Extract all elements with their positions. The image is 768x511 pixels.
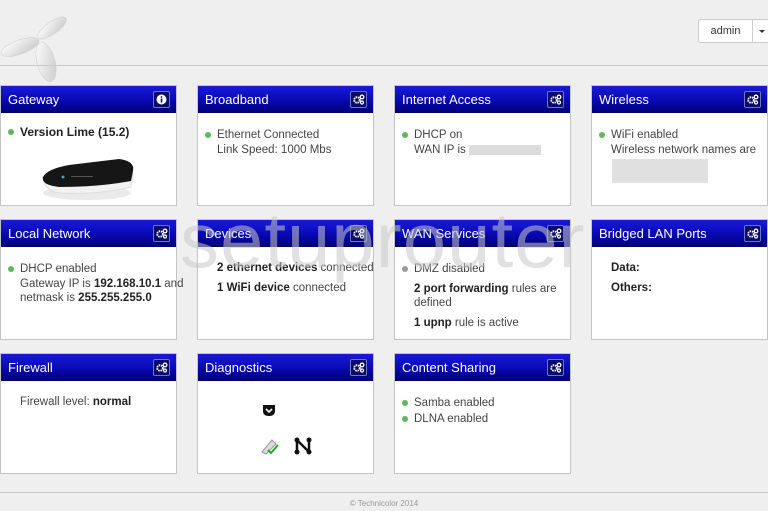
card-title: Local Network (8, 226, 91, 241)
card-title: Bridged LAN Ports (599, 226, 707, 241)
dlna-status: DLNA enabled (414, 413, 489, 425)
card-header: Broadband (198, 86, 373, 113)
status-dot (8, 266, 14, 272)
card-title: Content Sharing (402, 360, 496, 375)
wan-ip: WAN IP is (414, 143, 541, 157)
cable-check-icon[interactable] (260, 436, 280, 456)
firewall-level: Firewall level: normal (20, 396, 132, 408)
broadband-status: Ethernet Connected (217, 129, 320, 141)
port-forwarding: 2 port forwarding rules are (414, 283, 557, 295)
info-icon[interactable] (153, 91, 170, 108)
status-dot (402, 132, 408, 138)
router-image (42, 159, 134, 200)
card-title: WAN Services (402, 226, 486, 241)
samba-status: Samba enabled (414, 397, 495, 409)
card-header: Content Sharing (395, 354, 570, 381)
card-title: Internet Access (402, 92, 491, 107)
gears-icon[interactable] (744, 225, 761, 242)
user-menu-name[interactable]: admin (699, 20, 753, 42)
ethernet-devices: 2 ethernet devices connected (217, 262, 374, 274)
header-divider (0, 65, 768, 66)
card-devices: Devices 2 ethernet devices connected 1 W… (197, 219, 374, 340)
network-names-label: Wireless network names are (611, 144, 757, 156)
card-title: Diagnostics (205, 360, 273, 375)
card-header: Devices (198, 220, 373, 247)
gateway-ip: Gateway IP is 192.168.10.1 and (20, 278, 184, 290)
card-header: Local Network (1, 220, 176, 247)
others-ports-label: Others: (611, 282, 652, 294)
card-title: Devices (205, 226, 252, 241)
card-wireless: Wireless WiFi enabled Wireless network n… (591, 85, 768, 206)
data-ports-label: Data: (611, 262, 640, 274)
card-title: Wireless (599, 92, 649, 107)
card-header: Internet Access (395, 86, 570, 113)
network-names-redacted (612, 159, 708, 183)
logo (0, 16, 67, 82)
gears-icon[interactable] (744, 91, 761, 108)
gears-icon[interactable] (153, 225, 170, 242)
user-menu[interactable]: admin (698, 19, 768, 43)
card-bridged-lan-ports: Bridged LAN Ports Data: Others: (591, 219, 768, 340)
network-topology-icon[interactable] (293, 436, 313, 456)
status-dot (599, 132, 605, 138)
card-title: Gateway (8, 92, 60, 107)
status-dot (402, 416, 408, 422)
card-content-sharing: Content Sharing Samba enabled DLNA enabl… (394, 353, 571, 474)
status-dot (8, 129, 14, 135)
card-firewall: Firewall Firewall level: normal (0, 353, 177, 474)
firmware-version: Version Lime (15.2) (20, 125, 130, 139)
status-dot (205, 132, 211, 138)
wifi-devices: 1 WiFi device connected (217, 282, 347, 294)
card-broadband: Broadband Ethernet Connected Link Speed:… (197, 85, 374, 206)
upnp-status: 1 upnp rule is active (414, 317, 519, 329)
footer-divider (0, 492, 768, 493)
gears-icon[interactable] (547, 91, 564, 108)
status-dot (402, 400, 408, 406)
card-header: Gateway (1, 86, 176, 113)
dmz-status: DMZ disabled (414, 263, 485, 275)
chevron-down-icon[interactable] (753, 20, 768, 42)
dhcp-status: DHCP enabled (20, 263, 97, 275)
status-dot (402, 266, 408, 272)
dhcp-status: DHCP on (414, 129, 463, 141)
gears-icon[interactable] (153, 359, 170, 376)
wan-ip-redacted (468, 144, 541, 155)
gears-icon[interactable] (350, 91, 367, 108)
netmask: netmask is 255.255.255.0 (20, 292, 152, 304)
card-diagnostics: Diagnostics (197, 353, 374, 474)
gears-icon[interactable] (547, 359, 564, 376)
gears-icon[interactable] (350, 359, 367, 376)
ping-icon[interactable] (262, 404, 276, 417)
footer-copyright: © Technicolor 2014 (349, 499, 419, 508)
port-forwarding-cont: defined (414, 297, 452, 309)
card-header: Firewall (1, 354, 176, 381)
card-title: Firewall (8, 360, 53, 375)
card-header: WAN Services (395, 220, 570, 247)
card-header: Diagnostics (198, 354, 373, 381)
link-speed: Link Speed: 1000 Mbs (217, 144, 332, 156)
card-gateway: Gateway Version Lime (15.2) (0, 85, 177, 206)
card-internet-access: Internet Access DHCP on WAN IP is (394, 85, 571, 206)
card-local-network: Local Network DHCP enabled Gateway IP is… (0, 219, 183, 340)
wifi-status: WiFi enabled (611, 129, 679, 141)
card-wan-services: WAN Services DMZ disabled 2 port forward… (394, 219, 571, 340)
card-header: Bridged LAN Ports (592, 220, 767, 247)
card-header: Wireless (592, 86, 767, 113)
gears-icon[interactable] (350, 225, 367, 242)
card-title: Broadband (205, 92, 269, 107)
gears-icon[interactable] (547, 225, 564, 242)
